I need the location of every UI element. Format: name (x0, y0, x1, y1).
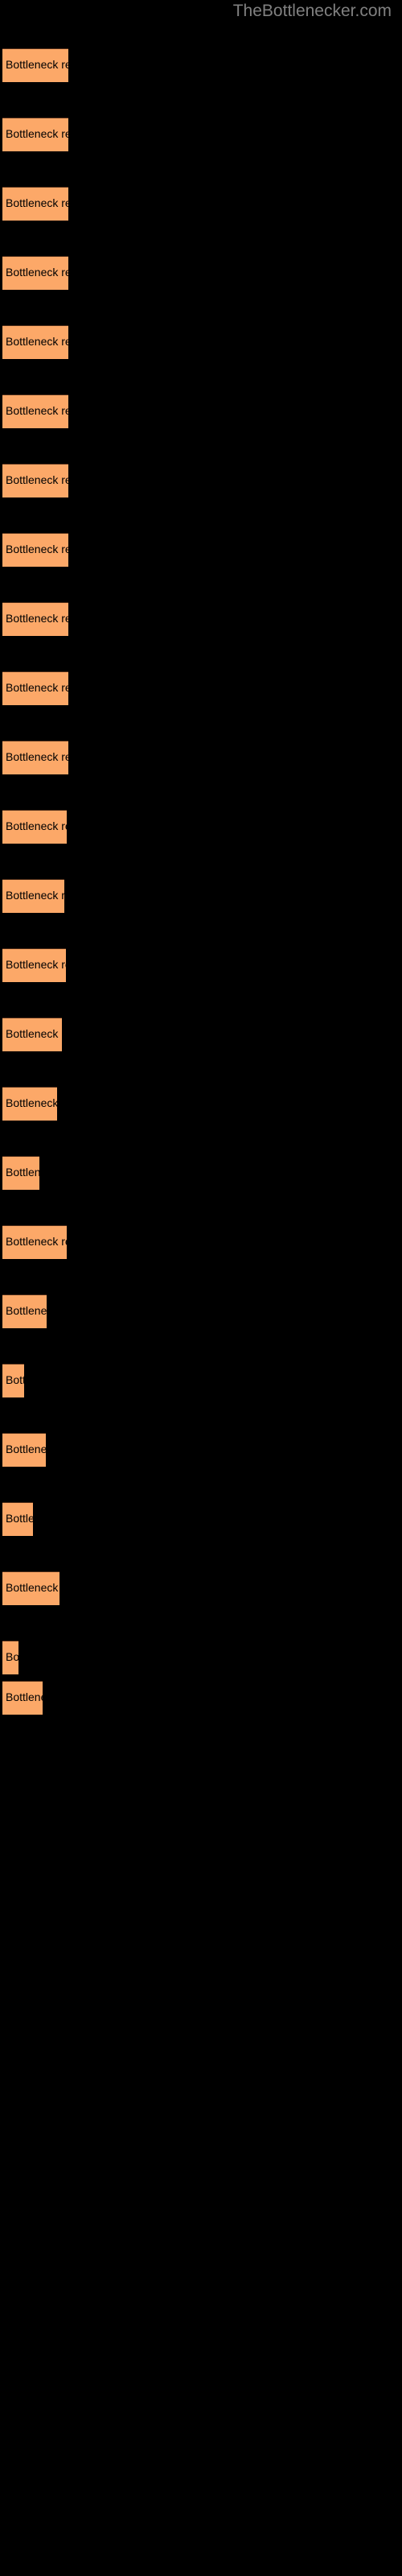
bottleneck-result-bar[interactable]: Bottleneck result (2, 671, 68, 705)
bar-label: Bottleneck result (6, 1581, 59, 1594)
bar-label: Bottleneck result (6, 127, 68, 140)
bar-label: Bottleneck result (6, 819, 67, 832)
bottleneck-result-bar[interactable]: Bottleneck result (2, 256, 68, 290)
bottleneck-result-bar[interactable]: Bottleneck result (2, 602, 68, 636)
bar-label: Bottleneck result (6, 58, 68, 71)
bar-label: Bottleneck result (6, 1096, 57, 1109)
bottleneck-result-bar[interactable]: Bottleneck result (2, 325, 68, 359)
bottleneck-result-bar[interactable]: Bottleneck result (2, 1294, 47, 1328)
bar-chart-plot-area: Bottleneck result Bottleneck result Bottle… (0, 0, 402, 2576)
bottleneck-result-bar[interactable]: Bottleneck result (2, 1018, 62, 1051)
chart-page: TheBottlenecker.com Bottleneck resultBot… (0, 0, 402, 2576)
bar-label: Bottleneck result (6, 1304, 47, 1317)
bar-label: Bottleneck result (6, 1512, 33, 1525)
bar-label: Bottleneck result (6, 958, 66, 971)
bar-label: Bottleneck result (6, 1166, 39, 1179)
bar-label: Bottleneck result (6, 196, 68, 209)
bar-label: Bottleneck result (6, 335, 68, 348)
bottleneck-result-bar[interactable]: Bottleneck result (2, 1641, 18, 1674)
bottleneck-result-bar[interactable]: Bottleneck result (2, 187, 68, 221)
bottleneck-result-bar[interactable]: Bottleneck result (2, 1681, 43, 1715)
bottleneck-result-bar[interactable]: Bottleneck result (2, 879, 64, 913)
bar-label: Bottleneck result (6, 1027, 62, 1040)
bar-label: Bottleneck result (6, 1650, 18, 1663)
bottleneck-result-bar[interactable]: Bottleneck result (2, 533, 68, 567)
bottleneck-result-bar[interactable]: Bottleneck result (2, 464, 68, 497)
bottleneck-result-bar[interactable]: Bottleneck result (2, 948, 66, 982)
bottleneck-result-bar[interactable]: Bottleneck result (2, 1433, 46, 1467)
bar-label: Bottleneck result (6, 612, 68, 625)
bar-label: Bottleneck result (6, 473, 68, 486)
bottleneck-result-bar[interactable]: Bottleneck result (2, 1571, 59, 1605)
bottleneck-result-bar[interactable]: Bottleneck result (2, 48, 68, 82)
bar-label: Bottleneck result (6, 543, 68, 555)
bottleneck-result-bar[interactable]: Bottleneck result (2, 394, 68, 428)
bar-label: Bottleneck result (6, 1443, 46, 1455)
bottleneck-result-bar[interactable]: Bottleneck result (2, 1225, 67, 1259)
bar-label: Bottleneck result (6, 266, 68, 279)
bar-label: Bottleneck result (6, 750, 68, 763)
bottleneck-result-bar[interactable]: Bottleneck result (2, 741, 68, 774)
bottleneck-result-bar[interactable]: Bottleneck result (2, 1156, 39, 1190)
bar-label: Bottleneck result (6, 404, 68, 417)
bar-label: Bottleneck result (6, 681, 68, 694)
bottleneck-result-bar[interactable]: Bottleneck result (2, 1364, 24, 1397)
bar-label: Bottleneck result (6, 1235, 67, 1248)
bar-label: Bottleneck result (6, 889, 64, 902)
bottleneck-result-bar[interactable]: Bottleneck result (2, 810, 67, 844)
bottleneck-result-bar[interactable]: Bottleneck result (2, 118, 68, 151)
bottleneck-result-bar[interactable]: Bottleneck result (2, 1502, 33, 1536)
bar-label: Bottleneck result (6, 1373, 24, 1386)
bar-label: Bottleneck result (6, 1690, 43, 1703)
bottleneck-result-bar[interactable]: Bottleneck result (2, 1087, 57, 1121)
